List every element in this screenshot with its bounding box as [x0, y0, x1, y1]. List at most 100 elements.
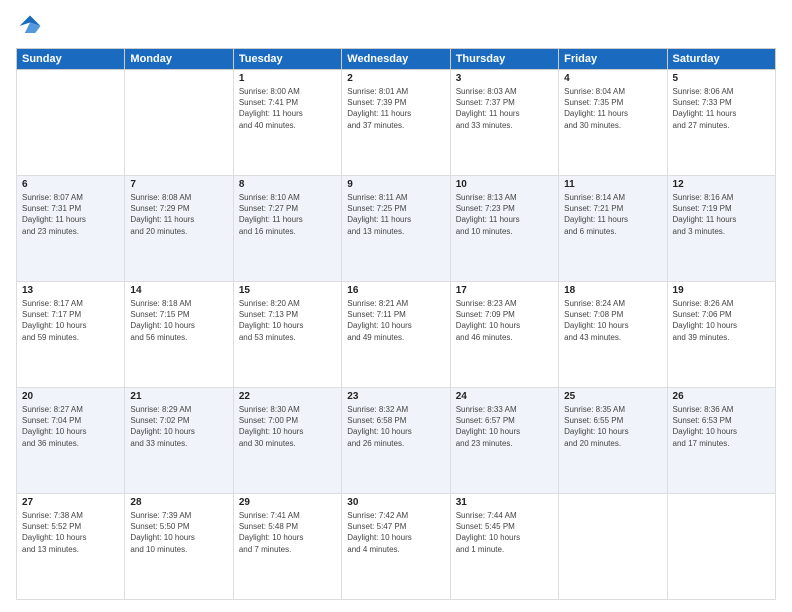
day-number: 19 [673, 285, 770, 296]
day-number: 9 [347, 179, 444, 190]
calendar-cell: 12 Sunrise: 8:16 AM Sunset: 7:19 PM Dayli… [667, 176, 775, 282]
day-number: 1 [239, 73, 336, 84]
day-info: Sunrise: 8:36 AM Sunset: 6:53 PM Dayligh… [673, 404, 770, 449]
col-saturday: Saturday [667, 49, 775, 70]
calendar-cell: 2 Sunrise: 8:01 AM Sunset: 7:39 PM Daylig… [342, 70, 450, 176]
col-sunday: Sunday [17, 49, 125, 70]
day-info: Sunrise: 8:14 AM Sunset: 7:21 PM Dayligh… [564, 192, 661, 237]
day-info: Sunrise: 8:27 AM Sunset: 7:04 PM Dayligh… [22, 404, 119, 449]
calendar-cell [667, 494, 775, 600]
col-wednesday: Wednesday [342, 49, 450, 70]
day-info: Sunrise: 8:17 AM Sunset: 7:17 PM Dayligh… [22, 298, 119, 343]
day-info: Sunrise: 8:23 AM Sunset: 7:09 PM Dayligh… [456, 298, 553, 343]
day-info: Sunrise: 7:38 AM Sunset: 5:52 PM Dayligh… [22, 510, 119, 555]
calendar-week-row: 20 Sunrise: 8:27 AM Sunset: 7:04 PM Dayli… [17, 388, 776, 494]
calendar-cell [17, 70, 125, 176]
day-number: 2 [347, 73, 444, 84]
day-info: Sunrise: 8:06 AM Sunset: 7:33 PM Dayligh… [673, 86, 770, 131]
page: Sunday Monday Tuesday Wednesday Thursday… [0, 0, 792, 612]
day-number: 31 [456, 497, 553, 508]
calendar-cell: 13 Sunrise: 8:17 AM Sunset: 7:17 PM Dayli… [17, 282, 125, 388]
logo [16, 12, 48, 40]
day-info: Sunrise: 8:16 AM Sunset: 7:19 PM Dayligh… [673, 192, 770, 237]
calendar-cell: 9 Sunrise: 8:11 AM Sunset: 7:25 PM Daylig… [342, 176, 450, 282]
calendar-week-row: 13 Sunrise: 8:17 AM Sunset: 7:17 PM Dayli… [17, 282, 776, 388]
logo-icon [16, 12, 44, 40]
calendar-cell: 5 Sunrise: 8:06 AM Sunset: 7:33 PM Daylig… [667, 70, 775, 176]
calendar-cell: 11 Sunrise: 8:14 AM Sunset: 7:21 PM Dayli… [559, 176, 667, 282]
calendar-cell: 22 Sunrise: 8:30 AM Sunset: 7:00 PM Dayli… [233, 388, 341, 494]
day-info: Sunrise: 8:21 AM Sunset: 7:11 PM Dayligh… [347, 298, 444, 343]
day-number: 23 [347, 391, 444, 402]
calendar-cell: 20 Sunrise: 8:27 AM Sunset: 7:04 PM Dayli… [17, 388, 125, 494]
calendar-cell: 31 Sunrise: 7:44 AM Sunset: 5:45 PM Dayli… [450, 494, 558, 600]
calendar-cell: 3Sunrise: 8:03 AM Sunset: 7:37 PM Daylig… [450, 70, 558, 176]
col-tuesday: Tuesday [233, 49, 341, 70]
calendar-week-row: 6 Sunrise: 8:07 AM Sunset: 7:31 PM Daylig… [17, 176, 776, 282]
calendar-cell: 14Sunrise: 8:18 AM Sunset: 7:15 PM Dayli… [125, 282, 233, 388]
calendar-cell: 17 Sunrise: 8:23 AM Sunset: 7:09 PM Dayli… [450, 282, 558, 388]
day-info: Sunrise: 7:39 AM Sunset: 5:50 PM Dayligh… [130, 510, 227, 555]
day-info: Sunrise: 8:26 AM Sunset: 7:06 PM Dayligh… [673, 298, 770, 343]
day-info: Sunrise: 8:35 AM Sunset: 6:55 PM Dayligh… [564, 404, 661, 449]
day-info: Sunrise: 8:24 AM Sunset: 7:08 PM Dayligh… [564, 298, 661, 343]
day-info: Sunrise: 8:00 AM Sunset: 7:41 PM Dayligh… [239, 86, 336, 131]
day-number: 27 [22, 497, 119, 508]
calendar-cell: 29Sunrise: 7:41 AM Sunset: 5:48 PM Dayli… [233, 494, 341, 600]
day-number: 16 [347, 285, 444, 296]
day-number: 6 [22, 179, 119, 190]
day-info: Sunrise: 7:42 AM Sunset: 5:47 PM Dayligh… [347, 510, 444, 555]
calendar-cell [559, 494, 667, 600]
day-number: 18 [564, 285, 661, 296]
day-number: 28 [130, 497, 227, 508]
calendar-cell: 24 Sunrise: 8:33 AM Sunset: 6:57 PM Dayli… [450, 388, 558, 494]
day-info: Sunrise: 8:33 AM Sunset: 6:57 PM Dayligh… [456, 404, 553, 449]
day-info: Sunrise: 8:30 AM Sunset: 7:00 PM Dayligh… [239, 404, 336, 449]
day-number: 30 [347, 497, 444, 508]
day-info: Sunrise: 8:07 AM Sunset: 7:31 PM Dayligh… [22, 192, 119, 237]
day-number: 12 [673, 179, 770, 190]
day-number: 21 [130, 391, 227, 402]
day-number: 4 [564, 73, 661, 84]
day-number: 24 [456, 391, 553, 402]
day-info: Sunrise: 8:10 AM Sunset: 7:27 PM Dayligh… [239, 192, 336, 237]
day-info: Sunrise: 8:04 AM Sunset: 7:35 PM Dayligh… [564, 86, 661, 131]
day-number: 25 [564, 391, 661, 402]
calendar-cell: 27 Sunrise: 7:38 AM Sunset: 5:52 PM Dayli… [17, 494, 125, 600]
day-number: 15 [239, 285, 336, 296]
calendar-cell: 23 Sunrise: 8:32 AM Sunset: 6:58 PM Dayli… [342, 388, 450, 494]
day-info: Sunrise: 8:29 AM Sunset: 7:02 PM Dayligh… [130, 404, 227, 449]
calendar-cell: 8 Sunrise: 8:10 AM Sunset: 7:27 PM Daylig… [233, 176, 341, 282]
day-number: 3 [456, 73, 553, 84]
day-number: 26 [673, 391, 770, 402]
day-info: Sunrise: 8:13 AM Sunset: 7:23 PM Dayligh… [456, 192, 553, 237]
col-monday: Monday [125, 49, 233, 70]
calendar-cell [125, 70, 233, 176]
calendar-cell: 7Sunrise: 8:08 AM Sunset: 7:29 PM Daylig… [125, 176, 233, 282]
day-number: 5 [673, 73, 770, 84]
calendar-cell: 16 Sunrise: 8:21 AM Sunset: 7:11 PM Dayli… [342, 282, 450, 388]
calendar-cell: 25 Sunrise: 8:35 AM Sunset: 6:55 PM Dayli… [559, 388, 667, 494]
day-info: Sunrise: 8:20 AM Sunset: 7:13 PM Dayligh… [239, 298, 336, 343]
col-thursday: Thursday [450, 49, 558, 70]
day-number: 11 [564, 179, 661, 190]
calendar-cell: 6 Sunrise: 8:07 AM Sunset: 7:31 PM Daylig… [17, 176, 125, 282]
day-number: 14 [130, 285, 227, 296]
calendar-week-row: 1 Sunrise: 8:00 AM Sunset: 7:41 PM Daylig… [17, 70, 776, 176]
day-number: 20 [22, 391, 119, 402]
day-info: Sunrise: 8:32 AM Sunset: 6:58 PM Dayligh… [347, 404, 444, 449]
day-number: 17 [456, 285, 553, 296]
day-number: 13 [22, 285, 119, 296]
day-number: 10 [456, 179, 553, 190]
day-number: 22 [239, 391, 336, 402]
calendar-cell: 28 Sunrise: 7:39 AM Sunset: 5:50 PM Dayli… [125, 494, 233, 600]
day-info: Sunrise: 8:01 AM Sunset: 7:39 PM Dayligh… [347, 86, 444, 131]
day-info: Sunrise: 8:11 AM Sunset: 7:25 PM Dayligh… [347, 192, 444, 237]
calendar-header-row: Sunday Monday Tuesday Wednesday Thursday… [17, 49, 776, 70]
calendar-cell: 10 Sunrise: 8:13 AM Sunset: 7:23 PM Dayli… [450, 176, 558, 282]
day-info: Sunrise: 7:44 AM Sunset: 5:45 PM Dayligh… [456, 510, 553, 555]
calendar-cell: 1 Sunrise: 8:00 AM Sunset: 7:41 PM Daylig… [233, 70, 341, 176]
calendar-cell: 18 Sunrise: 8:24 AM Sunset: 7:08 PM Dayli… [559, 282, 667, 388]
day-number: 8 [239, 179, 336, 190]
col-friday: Friday [559, 49, 667, 70]
